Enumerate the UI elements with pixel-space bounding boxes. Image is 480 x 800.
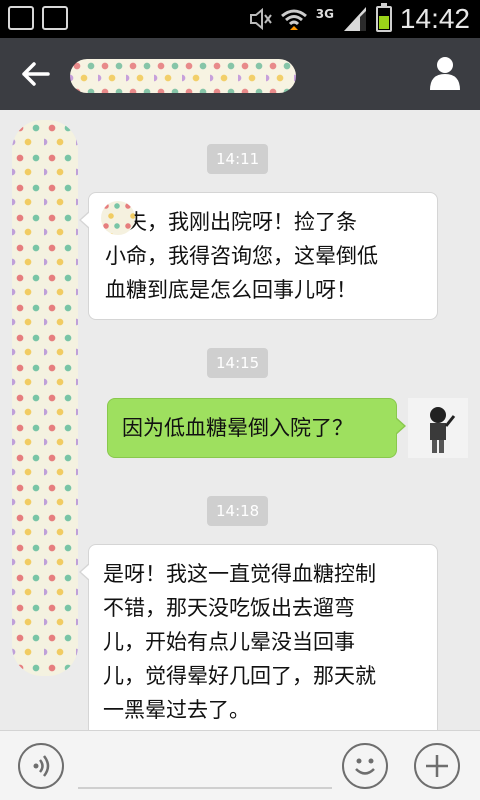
message-line: 是呀！我这一直觉得血糖控制: [103, 562, 376, 586]
redaction-blob: [101, 201, 135, 235]
message-line: 儿，开始有点儿晕没当回事: [103, 630, 355, 654]
chat-area[interactable]: 14:11 大夫，我刚出院呀！捡了条 小命，我得咨询您，这晕倒低 血糖到底是怎么…: [0, 110, 480, 740]
user-avatar[interactable]: [408, 398, 468, 458]
mute-icon: [249, 8, 272, 30]
message-line: 不错，那天没吃饭出去遛弯: [103, 596, 355, 620]
chat-header: [0, 38, 480, 110]
plus-icon: [426, 755, 448, 777]
time-divider: 14:15: [207, 348, 269, 378]
message-input[interactable]: [78, 745, 332, 789]
status-time: 14:42: [399, 3, 470, 34]
arrow-left-icon[interactable]: [18, 56, 54, 92]
message-line: 血糖到底是怎么回事儿呀！: [105, 278, 357, 302]
clipboard-icon: [8, 6, 34, 30]
message-line: 大夫，我刚出院呀！捡了条: [105, 210, 357, 234]
message-line: 一黑晕过去了。: [103, 698, 250, 722]
message-line: 小命，我得咨询您，这晕倒低: [105, 244, 378, 268]
network-type: 3G: [315, 7, 334, 21]
image-icon: [42, 6, 68, 30]
battery-icon: [375, 3, 392, 32]
wifi-icon: [280, 9, 307, 30]
person-icon[interactable]: [426, 54, 464, 92]
emoji-icon: [355, 758, 375, 775]
input-bar: [0, 730, 480, 800]
voice-icon: [33, 755, 50, 777]
emoji-button[interactable]: [342, 743, 388, 789]
message-incoming[interactable]: 是呀！我这一直觉得血糖控制 不错，那天没吃饭出去遛弯 儿，开始有点儿晕没当回事 …: [79, 544, 438, 740]
time-divider: 14:11: [207, 144, 269, 174]
message-line: 因为低血糖晕倒入院了？: [122, 416, 353, 440]
plus-button[interactable]: [414, 743, 460, 789]
contact-avatar: [12, 120, 78, 676]
voice-button[interactable]: [18, 743, 64, 789]
chat-title: [70, 59, 296, 93]
signal-icon: [343, 7, 366, 31]
time-divider: 14:18: [207, 496, 269, 526]
message-incoming[interactable]: 大夫，我刚出院呀！捡了条 小命，我得咨询您，这晕倒低 血糖到底是怎么回事儿呀！: [79, 192, 438, 320]
status-bar: 3G 14:42: [0, 0, 480, 38]
message-outgoing[interactable]: 因为低血糖晕倒入院了？: [107, 398, 406, 458]
message-line: 儿，觉得晕好几回了，那天就: [103, 664, 376, 688]
